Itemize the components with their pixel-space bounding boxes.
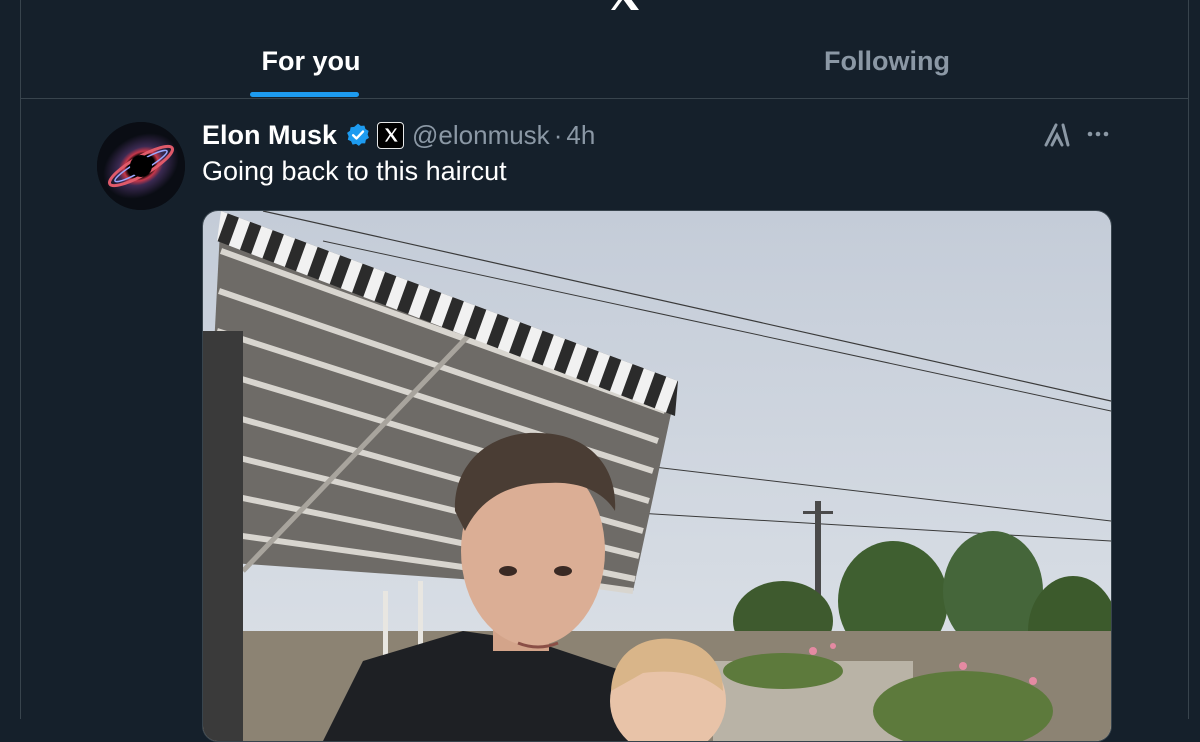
photo-image <box>203 211 1111 741</box>
author-handle[interactable]: @elonmusk <box>412 120 550 151</box>
more-horizontal-icon[interactable] <box>1083 124 1113 144</box>
tweet-media-photo[interactable] <box>202 210 1112 742</box>
timeline-tabs: For you Following <box>21 0 1188 99</box>
timeline-column: For you Following Elon Musk @elonmusk · … <box>20 0 1189 742</box>
x-logo-icon <box>384 128 398 142</box>
author-name[interactable]: Elon Musk <box>202 120 337 151</box>
tab-following[interactable]: Following <box>807 46 967 86</box>
verified-badge-icon <box>347 123 369 146</box>
x-affiliate-badge[interactable] <box>377 121 405 149</box>
tab-for-you[interactable]: For you <box>231 46 391 86</box>
avatar-image <box>97 122 185 210</box>
tweet-text: Going back to this haircut <box>202 156 507 186</box>
grok-icon[interactable] <box>1043 121 1071 149</box>
meta-separator: · <box>553 119 563 150</box>
tweet-timestamp[interactable]: 4h <box>566 120 595 151</box>
avatar[interactable] <box>97 122 185 210</box>
tweet-header: Elon Musk @elonmusk · 4h <box>202 116 595 154</box>
active-tab-indicator <box>250 92 359 97</box>
